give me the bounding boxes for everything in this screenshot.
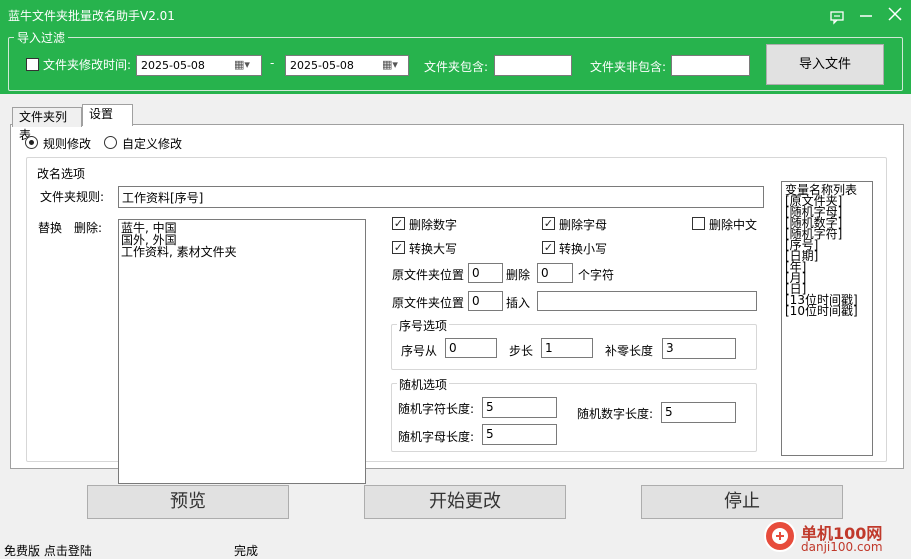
replace-textarea[interactable]: 蓝牛, 中国 国外, 外国 工作资料, 素材文件夹 <box>118 219 366 484</box>
import-filter-legend: 导入过滤 <box>14 29 69 46</box>
folder-rule-label: 文件夹规则: <box>40 190 105 204</box>
rule-mode-label: 规则修改 <box>43 137 92 151</box>
modify-time-label: 文件夹修改时间: <box>43 58 132 72</box>
to-upper-label: 转换大写 <box>409 242 458 256</box>
start-rename-button[interactable]: 开始更改 <box>364 485 566 519</box>
delete-position-input[interactable]: 0 <box>468 263 503 283</box>
variable-list[interactable]: 变量名称列表 [原文件夹] [随机字母] [随机数字] [随机字符] [序号] … <box>781 181 873 456</box>
seq-from-input[interactable]: 0 <box>445 338 497 358</box>
replace-label: 替换 <box>38 221 63 235</box>
random-char-length-input[interactable]: 5 <box>482 397 557 418</box>
seq-pad-input[interactable]: 3 <box>662 338 736 359</box>
calendar-icon[interactable]: ▦▾ <box>382 58 398 71</box>
to-lower-label: 转换小写 <box>559 242 608 256</box>
exclude-label: 文件夹非包含: <box>590 60 667 74</box>
delete-letters-checkbox[interactable]: ✓ <box>542 217 555 230</box>
modify-time-checkbox[interactable] <box>26 58 39 71</box>
to-upper-checkbox[interactable]: ✓ <box>392 241 405 254</box>
feedback-icon[interactable] <box>829 9 845 28</box>
seq-options-legend: 序号选项 <box>397 317 450 334</box>
login-status[interactable]: 免费版 点击登陆 <box>4 542 92 559</box>
minimize-icon[interactable] <box>858 7 874 26</box>
delete-word: 删除 <box>506 268 531 282</box>
date-separator: - <box>270 56 275 70</box>
watermark-url: danji100.com <box>801 540 883 554</box>
include-input[interactable] <box>494 55 572 76</box>
preview-button[interactable]: 预览 <box>87 485 289 519</box>
delete-digits-checkbox[interactable]: ✓ <box>392 217 405 230</box>
random-number-length-input[interactable]: 5 <box>661 402 736 423</box>
random-letter-length-label: 随机字母长度: <box>398 430 475 444</box>
custom-mode-radio[interactable] <box>104 136 117 149</box>
delete-label: 删除: <box>74 221 103 235</box>
to-lower-checkbox[interactable]: ✓ <box>542 241 555 254</box>
folder-rule-input[interactable]: 工作资料[序号] <box>118 186 764 208</box>
position-label: 原文件夹位置 <box>392 268 465 282</box>
chars-word: 个字符 <box>578 268 615 282</box>
delete-chinese-checkbox[interactable] <box>692 217 705 230</box>
seq-step-input[interactable]: 1 <box>541 338 593 358</box>
exclude-input[interactable] <box>671 55 750 76</box>
rename-options-legend: 改名选项 <box>35 165 88 182</box>
window-title: 蓝牛文件夹批量改名助手V2.01 <box>8 9 175 23</box>
position-label: 原文件夹位置 <box>392 296 465 310</box>
random-char-length-label: 随机字符长度: <box>398 402 475 416</box>
delete-letters-label: 删除字母 <box>559 218 608 232</box>
seq-step-label: 步长 <box>509 344 534 358</box>
tab-settings[interactable]: 设置 <box>82 104 133 126</box>
date-to-value: 2025-05-08 <box>290 59 354 72</box>
insert-position-input[interactable]: 0 <box>468 291 503 311</box>
calendar-icon[interactable]: ▦▾ <box>234 58 250 71</box>
tab-folder-list[interactable]: 文件夹列表 <box>12 107 82 142</box>
seq-pad-label: 补零长度 <box>605 344 654 358</box>
watermark-logo-icon <box>764 520 796 552</box>
insert-text-input[interactable] <box>537 291 757 311</box>
close-icon[interactable] <box>887 6 903 25</box>
delete-chinese-label: 删除中文 <box>709 218 758 232</box>
insert-word: 插入 <box>506 296 531 310</box>
stop-button[interactable]: 停止 <box>641 485 843 519</box>
random-options-legend: 随机选项 <box>397 376 450 393</box>
task-status: 完成 <box>234 544 259 558</box>
date-from-value: 2025-05-08 <box>141 59 205 72</box>
variable-item[interactable]: [10位时间戳] <box>785 305 869 317</box>
random-number-length-label: 随机数字长度: <box>577 407 654 421</box>
include-label: 文件夹包含: <box>424 60 489 74</box>
custom-mode-label: 自定义修改 <box>122 137 183 151</box>
rule-mode-radio[interactable] <box>25 136 38 149</box>
delete-digits-label: 删除数字 <box>409 218 458 232</box>
random-letter-length-input[interactable]: 5 <box>482 424 557 445</box>
seq-from-label: 序号从 <box>401 344 438 358</box>
replace-line: 工作资料, 素材文件夹 <box>121 245 237 259</box>
delete-count-input[interactable]: 0 <box>537 263 573 283</box>
import-files-button[interactable]: 导入文件 <box>766 44 884 85</box>
